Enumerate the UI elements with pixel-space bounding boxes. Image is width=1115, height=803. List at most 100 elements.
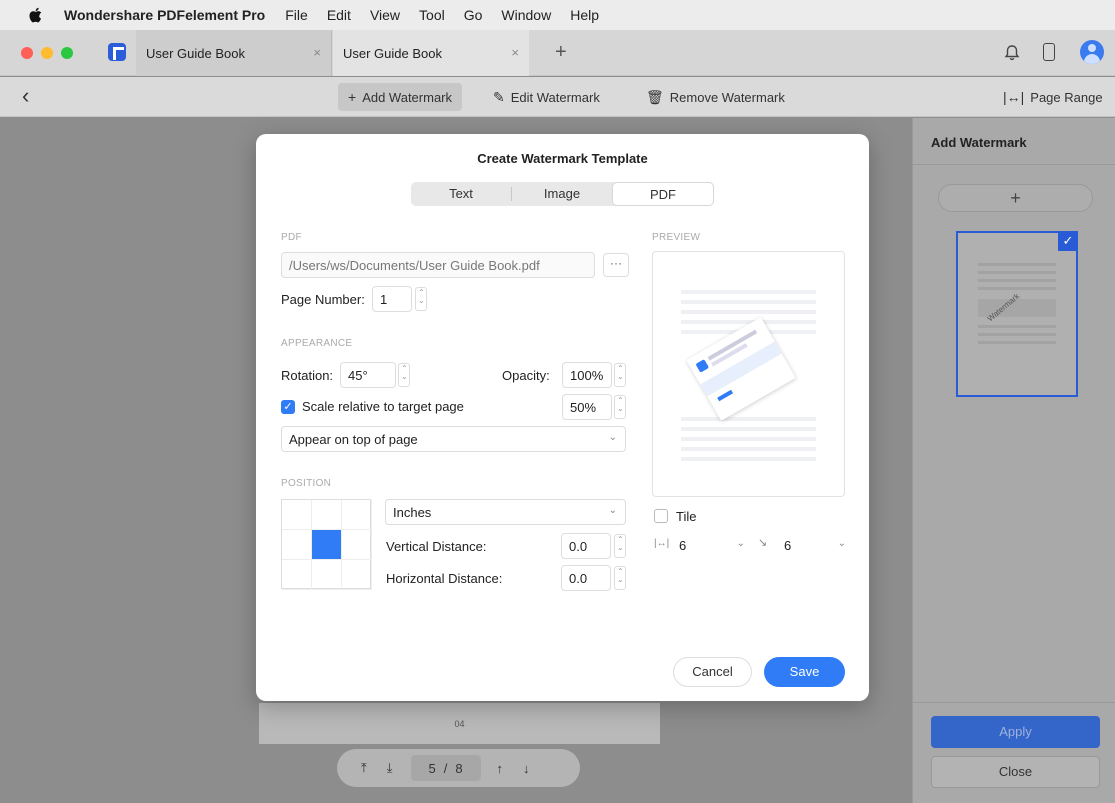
watermark-type-segmented-control: Text Image PDF: [411, 182, 714, 206]
tab-image[interactable]: Image: [512, 182, 612, 206]
position-cell[interactable]: [342, 500, 372, 530]
opacity-label: Opacity:: [502, 368, 550, 383]
position-cell[interactable]: [342, 560, 372, 590]
position-cell[interactable]: [282, 560, 312, 590]
rotation-stepper[interactable]: [398, 363, 410, 387]
rotation-value: 45°: [348, 367, 368, 383]
watermark-template-thumbnail[interactable]: ✓ Watermark: [956, 231, 1078, 397]
preview-line: [681, 290, 816, 294]
preview-line: [681, 310, 816, 314]
opacity-value: 100%: [570, 367, 604, 383]
position-cell[interactable]: [312, 560, 342, 590]
menu-go[interactable]: Go: [464, 7, 483, 23]
cancel-button[interactable]: Cancel: [673, 657, 752, 687]
apple-icon[interactable]: [28, 7, 42, 23]
menu-help[interactable]: Help: [570, 7, 599, 23]
browse-file-button[interactable]: ···: [603, 253, 629, 277]
tab-label: User Guide Book: [146, 45, 245, 61]
opacity-stepper[interactable]: [614, 363, 626, 387]
menu-window[interactable]: Window: [501, 7, 551, 23]
position-cell-selected[interactable]: [312, 530, 342, 560]
dialog-title: Create Watermark Template: [477, 151, 648, 166]
minimize-window-button[interactable]: [41, 47, 53, 59]
bell-icon[interactable]: [1003, 44, 1021, 62]
horizontal-spacing-icon: |↔|: [654, 538, 670, 549]
pdf-section-label: PDF: [281, 232, 302, 243]
save-button[interactable]: Save: [764, 657, 845, 687]
scale-field[interactable]: 50%: [562, 394, 612, 420]
remove-watermark-button[interactable]: 🗑 Remove Watermark: [636, 83, 795, 111]
preview-line: [681, 427, 816, 431]
tile-checkbox[interactable]: [654, 509, 668, 523]
horizontal-distance-stepper[interactable]: [614, 566, 626, 590]
add-template-button[interactable]: +: [938, 184, 1093, 212]
edit-watermark-label: Edit Watermark: [510, 89, 600, 105]
next-page-icon[interactable]: ↓: [523, 761, 530, 776]
vertical-distance-value: 0.0: [569, 538, 588, 554]
tile-horizontal-select[interactable]: 6 ⌄: [679, 534, 745, 556]
tab-close-icon[interactable]: ×: [511, 45, 519, 60]
vertical-distance-label: Vertical Distance:: [386, 539, 487, 554]
position-cell[interactable]: [282, 500, 312, 530]
close-button[interactable]: Close: [931, 756, 1100, 788]
layer-select[interactable]: Appear on top of page ⌄: [281, 426, 626, 452]
position-cell[interactable]: [312, 500, 342, 530]
position-cell[interactable]: [282, 530, 312, 560]
page-input[interactable]: 5 / 8: [410, 755, 481, 781]
zoom-window-button[interactable]: [61, 47, 73, 59]
vertical-distance-stepper[interactable]: [614, 534, 626, 558]
rotation-field[interactable]: 45°: [340, 362, 396, 388]
back-button[interactable]: ‹: [22, 85, 29, 107]
range-icon: |↔|: [1003, 89, 1025, 105]
page-range-button[interactable]: |↔| Page Range: [993, 83, 1113, 111]
plus-icon: +: [348, 89, 357, 105]
menu-edit[interactable]: Edit: [327, 7, 351, 23]
add-watermark-button[interactable]: + Add Watermark: [338, 83, 463, 111]
layer-value: Appear on top of page: [289, 431, 418, 447]
close-window-button[interactable]: [21, 47, 33, 59]
tab-close-icon[interactable]: ×: [313, 45, 321, 60]
preview-line: [681, 300, 816, 304]
horizontal-distance-value: 0.0: [569, 570, 588, 586]
document-tab-active[interactable]: User Guide Book ×: [136, 30, 332, 76]
last-page-icon[interactable]: ⤓: [387, 760, 393, 776]
document-tab[interactable]: User Guide Book ×: [333, 30, 529, 76]
new-tab-button[interactable]: +: [555, 41, 567, 64]
units-select[interactable]: Inches ⌄: [385, 499, 626, 525]
chevron-down-icon: ⌄: [736, 538, 745, 549]
preview-line: [681, 437, 816, 441]
menu-file[interactable]: File: [285, 7, 308, 23]
chevron-down-icon: ⌄: [608, 432, 617, 443]
edit-watermark-button[interactable]: ✎ Edit Watermark: [483, 83, 610, 111]
position-cell[interactable]: [342, 530, 372, 560]
page-number-stepper[interactable]: [415, 287, 427, 311]
page-number-label: 04: [454, 719, 465, 729]
page-range-label: Page Range: [1030, 89, 1103, 105]
menu-tool[interactable]: Tool: [419, 7, 445, 23]
device-icon[interactable]: [1043, 43, 1055, 61]
tile-vertical-select[interactable]: 6 ⌄: [784, 534, 846, 556]
scale-stepper[interactable]: [614, 395, 626, 419]
horizontal-distance-field[interactable]: 0.0: [561, 565, 611, 591]
opacity-field[interactable]: 100%: [562, 362, 612, 388]
scale-checkbox[interactable]: ✓: [281, 400, 295, 414]
tab-bar: User Guide Book × User Guide Book × +: [0, 30, 1115, 76]
rotation-label: Rotation:: [281, 368, 334, 383]
apply-button[interactable]: Apply: [931, 716, 1100, 748]
pdf-path-field[interactable]: /Users/ws/Documents/User Guide Book.pdf: [281, 252, 595, 278]
tab-pdf[interactable]: PDF: [612, 182, 714, 206]
app-name[interactable]: Wondershare PDFelement Pro: [64, 7, 265, 23]
thumb-line: [978, 333, 1056, 336]
page-number-field[interactable]: 1: [372, 286, 412, 312]
thumb-line: [978, 325, 1056, 328]
tab-text[interactable]: Text: [411, 182, 511, 206]
avatar[interactable]: [1080, 40, 1104, 64]
tab-label: User Guide Book: [343, 45, 442, 61]
menu-view[interactable]: View: [370, 7, 400, 23]
thumb-line: [978, 263, 1056, 266]
previous-page-icon[interactable]: ↑: [497, 761, 504, 776]
thumb-line: [978, 279, 1056, 282]
first-page-icon[interactable]: ⤒: [361, 760, 367, 776]
position-grid[interactable]: [281, 499, 372, 590]
vertical-distance-field[interactable]: 0.0: [561, 533, 611, 559]
